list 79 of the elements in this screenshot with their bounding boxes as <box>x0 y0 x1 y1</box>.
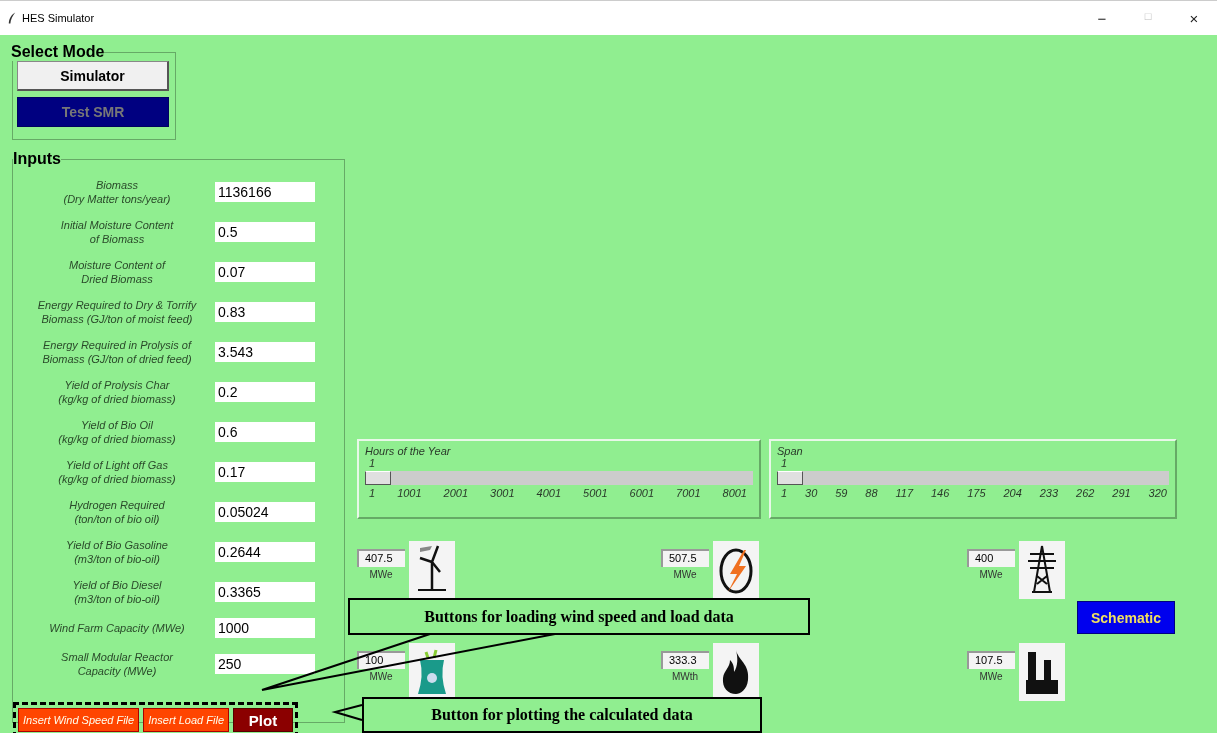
tick-label: 5001 <box>583 487 608 499</box>
field-label: Yield of Prolysis Char (kg/kg of dried biomass) <box>57 378 177 406</box>
tick-label: 59 <box>835 487 848 499</box>
tick-label: 1 <box>369 487 376 499</box>
callout-note: Button for plotting the calculated data <box>362 697 762 733</box>
group-title: Inputs <box>13 150 61 168</box>
tick-label: 30 <box>805 487 818 499</box>
field-label: Biomass (Dry Matter tons/year) <box>62 178 172 206</box>
tick-label: 146 <box>930 487 950 499</box>
tick-label: 88 <box>865 487 878 499</box>
window-title: HES Simulator <box>22 12 95 24</box>
input-field[interactable]: 3.543 <box>215 342 315 362</box>
tick-label: 262 <box>1076 487 1095 499</box>
tick-label: 7001 <box>676 487 701 499</box>
unit-label: MWe <box>369 671 393 682</box>
input-field[interactable]: 0.3365 <box>215 582 315 602</box>
input-field[interactable]: 0.6 <box>215 422 315 442</box>
tick-label: 2001 <box>443 487 469 499</box>
output-value: 507.5 <box>661 549 709 567</box>
input-field[interactable]: 0.2 <box>215 382 315 402</box>
callout-pointer <box>331 704 363 721</box>
output-value: 107.5 <box>967 651 1015 669</box>
input-field[interactable]: 0.07 <box>215 262 315 282</box>
unit-label: MWth <box>671 671 699 682</box>
tick-label: 4001 <box>536 487 562 499</box>
plot-button[interactable]: Plot <box>233 708 293 732</box>
field-label: Energy Required to Dry & Torrify Biomass (GJ/ton of moist feed) <box>36 298 198 326</box>
unit-label: MWe <box>369 569 393 580</box>
input-field[interactable]: 1136166 <box>215 182 315 202</box>
wind-icon <box>409 541 455 599</box>
tick-label: 8001 <box>722 487 747 499</box>
field-label: Yield of Bio Gasoline (m3/ton of bio-oil) <box>65 538 169 566</box>
feather-icon <box>8 12 16 24</box>
field-label: Hydrogen Required (ton/ton of bio oil) <box>68 498 166 526</box>
schematic-button[interactable]: Schematic <box>1077 601 1175 634</box>
field-label: Yield of Light off Gas (kg/kg of dried biomass) <box>57 458 177 486</box>
tick-label: 204 <box>1003 487 1022 499</box>
input-field[interactable]: 0.83 <box>215 302 315 322</box>
input-field[interactable]: 0.2644 <box>215 542 315 562</box>
mode-button[interactable]: Simulator <box>17 61 169 91</box>
window-control[interactable]: − <box>1079 9 1125 27</box>
output-value: 400 <box>967 549 1015 567</box>
tick-label: 6001 <box>629 487 655 499</box>
field-label: Energy Required in Prolysis of Biomass (GJ/ton of dried feed) <box>41 338 193 366</box>
slider-title: Span <box>777 445 804 457</box>
input-field[interactable]: 0.17 <box>215 462 315 482</box>
field-label: Moisture Content of Dried Biomass <box>68 258 167 286</box>
tick-label: 233 <box>1039 487 1059 499</box>
field-label: Wind Farm Capacity (MWe) <box>48 621 186 635</box>
field-label: Initial Moisture Content of Biomass <box>59 218 175 246</box>
field-label: Yield of Bio Oil (kg/kg of dried biomass) <box>57 418 177 446</box>
output-value: 407.5 <box>357 549 405 567</box>
slider-thumb[interactable] <box>365 471 391 485</box>
input-field[interactable]: 250 <box>215 654 315 674</box>
slider-value: 1 <box>368 457 377 469</box>
slider-thumb[interactable] <box>777 471 803 485</box>
slider-value: 1 <box>780 457 789 469</box>
slider-title: Hours of the Year <box>365 445 452 457</box>
callout-note: Buttons for loading wind speed and load data <box>348 598 810 635</box>
output-value: 333.3 <box>661 651 709 669</box>
input-field[interactable]: 1000 <box>215 618 315 638</box>
tick-label: 1 <box>781 487 788 499</box>
window-control[interactable]: × <box>1171 9 1217 27</box>
field-label: Yield of Bio Diesel (m3/ton of bio-oil) <box>71 578 163 606</box>
tick-label: 320 <box>1148 487 1167 499</box>
tick-label: 3001 <box>490 487 515 499</box>
unit-label: MWe <box>979 671 1003 682</box>
mode-button[interactable]: Test SMR <box>17 97 169 127</box>
slider-track[interactable] <box>365 471 753 485</box>
tick-label: 117 <box>895 487 914 499</box>
unit-label: MWe <box>673 569 697 580</box>
tick-label: 1001 <box>397 487 422 499</box>
tick-label: 175 <box>967 487 986 499</box>
field-label: Small Modular Reactor Capacity (MWe) <box>60 650 174 678</box>
slider-track[interactable] <box>777 471 1169 485</box>
unit-label: MWe <box>979 569 1003 580</box>
input-field[interactable]: 0.5 <box>215 222 315 242</box>
tick-label: 291 <box>1112 487 1131 499</box>
input-field[interactable]: 0.05024 <box>215 502 315 522</box>
